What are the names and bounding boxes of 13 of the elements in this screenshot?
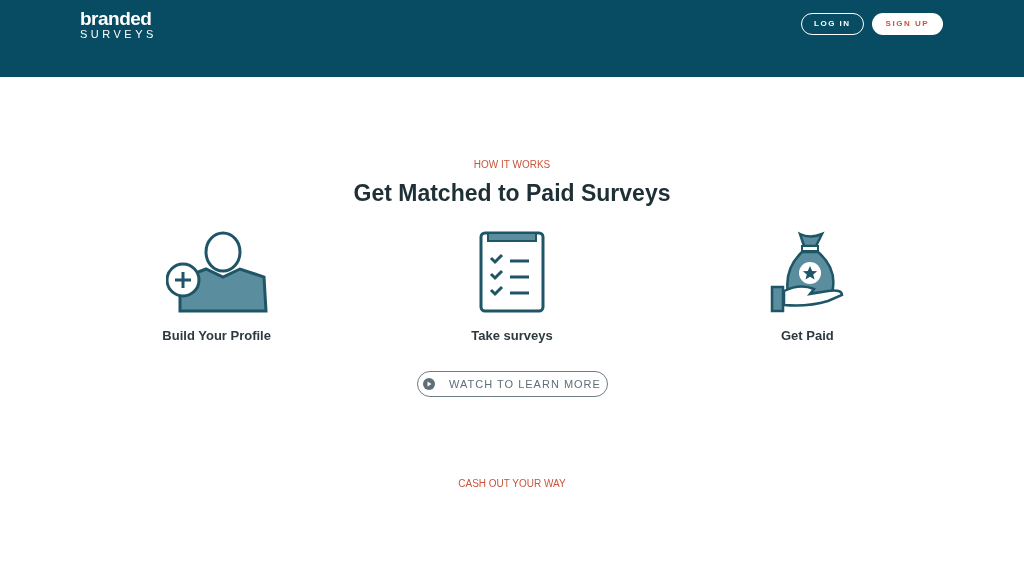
section-eyebrow: CASH OUT YOUR WAY: [458, 477, 566, 491]
logo-subtitle: SURVEYS: [80, 29, 157, 40]
section-eyebrow: HOW IT WORKS: [473, 158, 551, 172]
money-bag-hand-icon: [770, 230, 845, 313]
checklist-icon: [479, 230, 545, 313]
logo-wordmark[interactable]: branded: [80, 9, 157, 28]
step-label: Build Your Profile: [162, 326, 271, 345]
section-title: Get Matched to Paid Surveys: [353, 179, 671, 208]
person-add-icon: [165, 230, 268, 313]
play-icon: [423, 378, 436, 390]
step-label: Get Paid: [780, 326, 834, 345]
sign-up-button[interactable]: SIGN UP: [871, 13, 943, 35]
step-label: Take surveys: [471, 326, 553, 345]
